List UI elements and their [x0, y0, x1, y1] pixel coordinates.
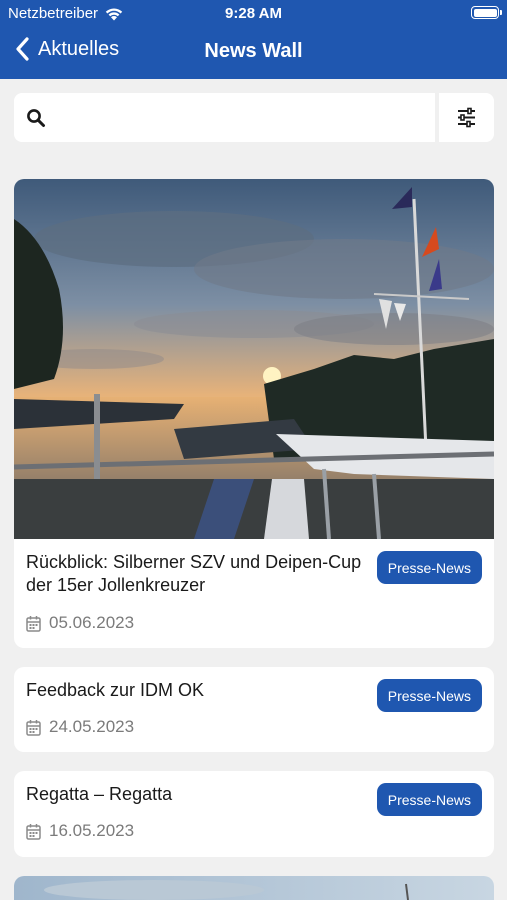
news-card[interactable]: Feedback zur IDM OK Presse-News 24.05.20…: [14, 667, 494, 752]
news-date: 05.06.2023: [26, 613, 134, 633]
navigation-bar: Aktuelles News Wall: [0, 30, 507, 76]
news-card[interactable]: Rückblick: Silberner SZV und Deipen-Cup …: [14, 179, 494, 648]
search-icon: [27, 109, 45, 127]
calendar-icon: [26, 823, 41, 840]
category-badge[interactable]: Presse-News: [376, 551, 482, 584]
status-bar: Netzbetreiber 9:28 AM: [0, 0, 507, 28]
news-date: 24.05.2023: [26, 717, 134, 737]
date-text: 24.05.2023: [49, 717, 135, 736]
battery-icon: [471, 6, 502, 19]
chevron-left-icon: [16, 37, 29, 61]
news-title: Feedback zur IDM OK: [26, 680, 205, 700]
news-title: Regatta – Regatta: [26, 784, 173, 804]
news-card-partial[interactable]: [14, 876, 494, 900]
calendar-icon: [26, 615, 41, 632]
filter-button[interactable]: [439, 93, 494, 142]
status-time: 9:28 AM: [225, 5, 282, 22]
category-badge[interactable]: Presse-News: [376, 679, 482, 712]
news-image-partial: [14, 876, 494, 900]
calendar-icon: [26, 719, 41, 736]
date-text: 05.06.2023: [49, 613, 135, 632]
back-button[interactable]: Aktuelles: [14, 36, 119, 62]
search-bar: [14, 93, 435, 142]
news-image: [14, 179, 494, 539]
top-bar: Netzbetreiber 9:28 AM Aktuelles News Wal…: [0, 0, 507, 79]
news-title: Rückblick: Silberner SZV und Deipen-Cup …: [26, 552, 362, 595]
news-card[interactable]: Regatta – Regatta Presse-News 16.05.2023: [14, 771, 494, 857]
date-text: 16.05.2023: [49, 821, 135, 840]
search-input[interactable]: [60, 101, 420, 134]
back-label: Aktuelles: [38, 37, 120, 60]
category-badge[interactable]: Presse-News: [376, 783, 482, 816]
sliders-icon: [458, 107, 475, 128]
news-date: 16.05.2023: [26, 821, 134, 841]
